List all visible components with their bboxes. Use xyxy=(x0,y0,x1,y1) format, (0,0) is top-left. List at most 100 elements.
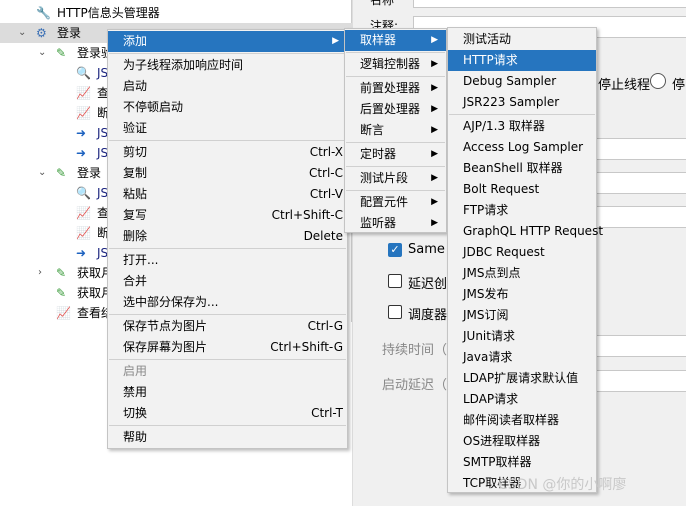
menu-item[interactable]: 选中部分保存为... xyxy=(108,292,347,313)
menu-item[interactable]: 剪切 Ctrl-X xyxy=(108,142,347,163)
shortcut-label: Delete xyxy=(303,229,343,243)
menu-item[interactable]: Bolt Request xyxy=(448,179,596,200)
menu-item-label: 为子线程添加响应时间 xyxy=(123,58,244,72)
arrow-doc-icon: ➜ xyxy=(76,126,87,140)
menu-item[interactable]: 配置元件 ▶ xyxy=(345,192,446,213)
menu-item-label: Debug Sampler xyxy=(463,74,557,88)
menu-item[interactable]: 删除 Delete xyxy=(108,226,347,247)
menu-item[interactable]: 测试片段 ▶ xyxy=(345,168,446,189)
menu-item[interactable]: 启动 xyxy=(108,76,347,97)
submenu-arrow-icon: ▶ xyxy=(332,36,339,46)
menu-item[interactable]: 禁用 xyxy=(108,382,347,403)
menu-item[interactable]: JUnit请求 xyxy=(448,326,596,347)
menu-item-label: 合并 xyxy=(123,274,148,288)
menu-item-label: 保存节点为图片 xyxy=(123,319,208,333)
menu-separator xyxy=(346,52,445,53)
menu-item[interactable]: 逻辑控制器 ▶ xyxy=(345,54,446,75)
menu-item[interactable]: 定时器 ▶ xyxy=(345,144,446,165)
menu-item-label: 取样器 xyxy=(360,33,397,47)
menu-item[interactable]: Debug Sampler xyxy=(448,71,596,92)
rampup-input[interactable] xyxy=(588,172,686,194)
scheduler-checkbox[interactable] xyxy=(388,305,402,319)
menu-item[interactable]: 取样器 ▶ xyxy=(345,30,446,51)
menu-item[interactable]: 后置处理器 ▶ xyxy=(345,99,446,120)
submenu-arrow-icon: ▶ xyxy=(431,83,438,93)
menu-separator xyxy=(346,190,445,191)
startup-delay-input[interactable] xyxy=(588,370,686,392)
menu-item[interactable]: 测试活动 xyxy=(448,29,596,50)
menu-item[interactable]: Java请求 xyxy=(448,347,596,368)
menu-item[interactable]: 切换 Ctrl-T xyxy=(108,403,347,424)
menu-item[interactable]: 前置处理器 ▶ xyxy=(345,78,446,99)
menu-item-label: 定时器 xyxy=(360,147,397,161)
chevron-right-icon[interactable]: › xyxy=(38,263,42,283)
menu-item-label: 切换 xyxy=(123,406,148,420)
menu-item[interactable]: 断言 ▶ xyxy=(345,120,446,141)
menu-item-label: 帮助 xyxy=(123,430,148,444)
menu-separator xyxy=(109,248,346,249)
menu-item[interactable]: 添加 ▶ xyxy=(108,31,347,52)
menu-item-label: 剪切 xyxy=(123,145,148,159)
tree-node[interactable]: 🔧 HTTP信息头管理器 xyxy=(0,3,352,23)
menu-item[interactable]: JMS点到点 xyxy=(448,263,596,284)
menu-item-label: JMS发布 xyxy=(463,287,509,301)
menu-item[interactable]: 监听器 ▶ xyxy=(345,213,446,234)
stop-test-radio[interactable] xyxy=(650,73,666,89)
dropper-icon: ✎ xyxy=(56,166,67,180)
watermark: CSDN @你的小啊廖 xyxy=(498,477,627,493)
menu-item[interactable]: GraphQL HTTP Request xyxy=(448,221,603,242)
menu-item[interactable]: JMS订阅 xyxy=(448,305,596,326)
threads-input[interactable] xyxy=(588,138,686,160)
menu-item-label: 后置处理器 xyxy=(360,102,421,116)
chevron-down-icon[interactable]: ⌄ xyxy=(38,43,46,63)
menu-item[interactable]: LDAP请求 xyxy=(448,389,596,410)
menu-item-label: 启用 xyxy=(123,364,148,378)
menu-item-label: 添加 xyxy=(123,34,148,48)
menu-item[interactable]: 合并 xyxy=(108,271,347,292)
menu-item[interactable]: LDAP扩展请求默认值 xyxy=(448,368,596,389)
menu-separator xyxy=(346,76,445,77)
menu-item[interactable]: FTP请求 xyxy=(448,200,596,221)
menu-item[interactable]: SMTP取样器 xyxy=(448,452,596,473)
menu-item-label: JSR223 Sampler xyxy=(463,95,560,109)
wrench-icon: 🔧 xyxy=(36,6,51,20)
graph-icon: 📈 xyxy=(76,106,91,120)
menu-item[interactable]: 复写 Ctrl+Shift-C xyxy=(108,205,347,226)
menu-item-label: 删除 xyxy=(123,229,148,243)
menu-separator xyxy=(109,140,346,141)
menu-item[interactable]: AJP/1.3 取样器 xyxy=(448,116,596,137)
menu-item-label: 断言 xyxy=(360,123,385,137)
duration-input[interactable] xyxy=(588,335,686,357)
menu-item[interactable]: JMS发布 xyxy=(448,284,596,305)
menu-item[interactable]: 保存节点为图片 Ctrl-G xyxy=(108,316,347,337)
menu-item[interactable]: HTTP请求 xyxy=(448,50,596,71)
menu-item-label: AJP/1.3 取样器 xyxy=(463,119,545,133)
menu-separator xyxy=(109,314,346,315)
menu-item[interactable]: 不停顿启动 xyxy=(108,97,347,118)
same-user-checkbox[interactable]: ✓ xyxy=(388,243,402,257)
chevron-down-icon[interactable]: ⌄ xyxy=(38,163,46,183)
menu-item[interactable]: 保存屏幕为图片 Ctrl+Shift-G xyxy=(108,337,347,358)
menu-separator xyxy=(346,142,445,143)
menu-item[interactable]: JDBC Request xyxy=(448,242,596,263)
menu-item[interactable]: 验证 xyxy=(108,118,347,139)
menu-item[interactable]: 粘贴 Ctrl-V xyxy=(108,184,347,205)
menu-item-label: 选中部分保存为... xyxy=(123,295,219,309)
menu-item[interactable]: 邮件阅读者取样器 xyxy=(448,410,596,431)
menu-item[interactable]: 帮助 xyxy=(108,427,347,448)
menu-item[interactable]: 为子线程添加响应时间 xyxy=(108,55,347,76)
menu-item[interactable]: JSR223 Sampler xyxy=(448,92,596,113)
menu-separator xyxy=(109,359,346,360)
menu-item[interactable]: 复制 Ctrl-C xyxy=(108,163,347,184)
menu-item-label: JMS订阅 xyxy=(463,308,509,322)
menu-item-label: 复制 xyxy=(123,166,148,180)
delay-create-checkbox[interactable] xyxy=(388,274,402,288)
menu-item-label: 保存屏幕为图片 xyxy=(123,340,208,354)
menu-item-label: 测试活动 xyxy=(463,32,512,46)
menu-item[interactable]: OS进程取样器 xyxy=(448,431,596,452)
menu-item[interactable]: BeanShell 取样器 xyxy=(448,158,596,179)
chevron-down-icon[interactable]: ⌄ xyxy=(18,23,26,43)
menu-item[interactable]: 打开... xyxy=(108,250,347,271)
name-input[interactable] xyxy=(413,0,686,8)
menu-item[interactable]: Access Log Sampler xyxy=(448,137,596,158)
